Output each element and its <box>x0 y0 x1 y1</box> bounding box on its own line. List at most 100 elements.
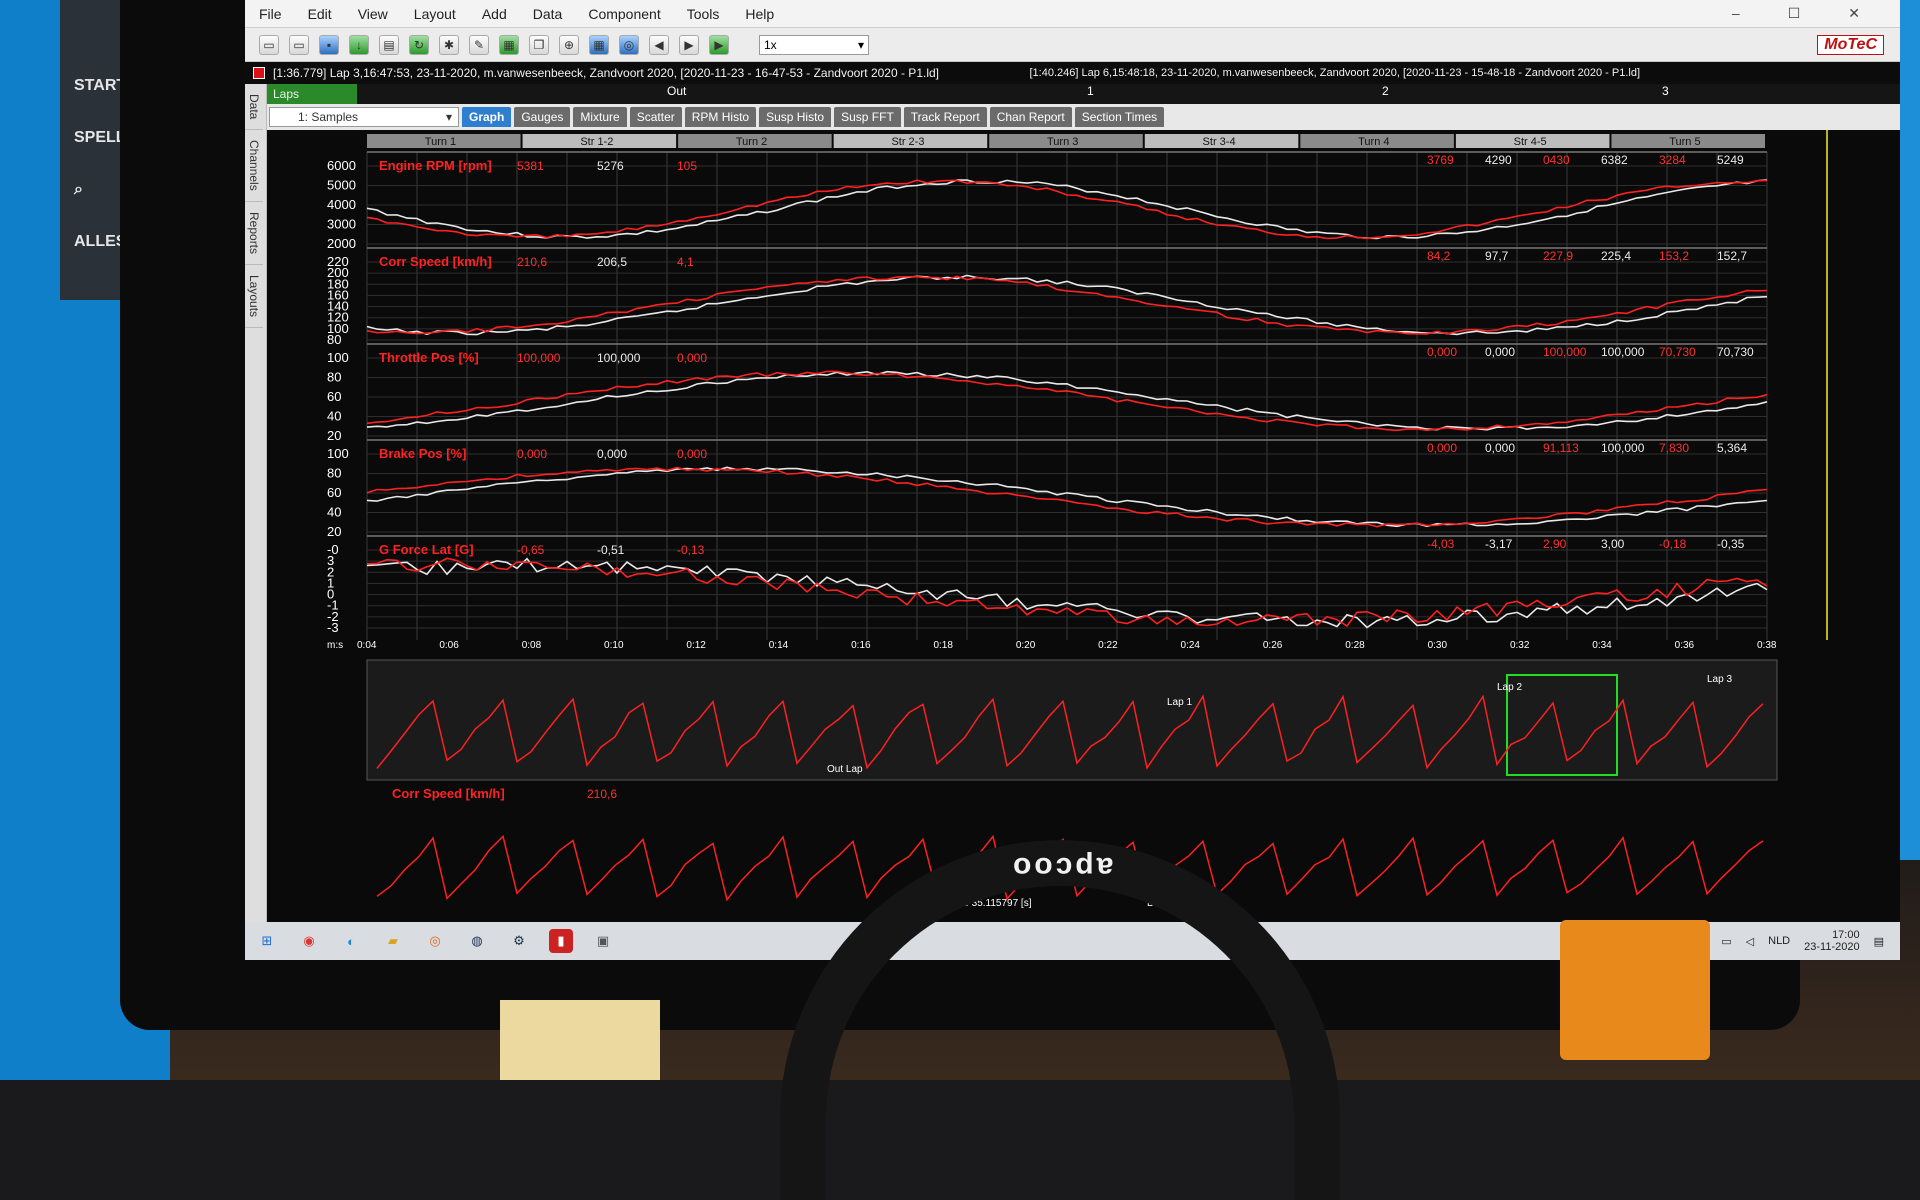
file-explorer-icon[interactable]: ▰ <box>381 929 405 953</box>
time-tick-label: 0:12 <box>686 640 706 651</box>
menu-tools[interactable]: Tools <box>687 6 720 22</box>
lap-segment-out[interactable]: Out <box>667 84 686 104</box>
tab-graph[interactable]: Graph <box>462 107 512 127</box>
menu-add[interactable]: Add <box>482 6 507 22</box>
channel-name: Corr Speed [km/h] <box>379 254 492 269</box>
channel-name: Brake Pos [%] <box>379 446 466 461</box>
maximize-icon[interactable]: ☐ <box>1788 5 1801 22</box>
tab-susp-fft[interactable]: Susp FFT <box>834 107 901 127</box>
download-icon[interactable]: ↓ <box>349 34 369 55</box>
channel-section-value: 0,000 <box>1427 441 1457 455</box>
channel-section-value: 4290 <box>1485 153 1512 167</box>
tab-chan-report[interactable]: Chan Report <box>989 107 1072 127</box>
menu-view[interactable]: View <box>358 6 388 22</box>
tab-gauges[interactable]: Gauges <box>514 107 571 127</box>
back-icon[interactable]: ◀ <box>649 34 669 55</box>
channel-section-value: 0,000 <box>1427 345 1457 359</box>
menu-edit[interactable]: Edit <box>308 6 332 22</box>
tab-scatter[interactable]: Scatter <box>629 107 682 127</box>
channel-section-value: 3769 <box>1427 153 1454 167</box>
network-icon[interactable]: ▭ <box>1721 935 1731 948</box>
lap-segment-3[interactable]: 3 <box>1662 84 1669 104</box>
tab-section-times[interactable]: Section Times <box>1074 107 1165 127</box>
channel-section-value: 7,830 <box>1659 441 1689 455</box>
y-tick-label: 4000 <box>327 197 356 212</box>
photo-scene: STARTP SPELLE ⌕ ALLES File Edit View Lay… <box>0 0 1920 1200</box>
lap-segment-2[interactable]: 2 <box>1382 84 1389 104</box>
telemetry-graph[interactable]: Turn 1 Str 1-2 Turn 2 Str 2-3 Turn 3 Str 3-4 T… <box>267 130 1900 922</box>
clock[interactable]: 17:00 23-11-2020 <box>1804 929 1859 953</box>
channel-section-value: 227,9 <box>1543 249 1573 263</box>
lap-segment-1[interactable]: 1 <box>1087 84 1094 104</box>
channel-section-value: 2,90 <box>1543 537 1567 551</box>
samples-select[interactable]: 1: Samples ▾ <box>269 107 459 127</box>
zoom-icon[interactable]: ⊕ <box>559 34 579 55</box>
overview-channel-label: Corr Speed [km/h] <box>392 786 505 801</box>
channel-name: Engine RPM [rpm] <box>379 158 492 173</box>
pin-icon[interactable]: ✱ <box>439 34 459 55</box>
print-icon[interactable]: ▤ <box>379 34 399 55</box>
graph-area[interactable]: Turn 1 Str 1-2 Turn 2 Str 2-3 Turn 3 Str 3-4 T… <box>267 130 1900 960</box>
wheel-stand <box>1560 920 1710 1060</box>
save-icon[interactable]: ▪ <box>319 34 339 55</box>
open-recent-icon[interactable]: ▭ <box>289 34 309 55</box>
open-folder-icon[interactable]: ▭ <box>259 34 279 55</box>
chrome-icon[interactable]: ◉ <box>297 929 321 953</box>
channel-name: G Force Lat [G] <box>379 542 474 557</box>
language-indicator[interactable]: NLD <box>1768 935 1790 947</box>
time-tick-label: 0:32 <box>1510 640 1530 651</box>
side-tab-data[interactable]: Data <box>245 84 263 131</box>
channel-section-value: 153,2 <box>1659 249 1689 263</box>
copy-icon[interactable]: ❐ <box>529 34 549 55</box>
playback-speed-select[interactable]: 1x ▾ <box>759 34 869 55</box>
edit-icon[interactable]: ✎ <box>469 34 489 55</box>
menu-layout[interactable]: Layout <box>414 6 456 22</box>
time-tick-label: 0:26 <box>1263 640 1283 651</box>
tab-rpm-histo[interactable]: RPM Histo <box>684 107 757 127</box>
close-icon[interactable]: ✕ <box>1848 5 1860 22</box>
overview-frame <box>366 659 1778 781</box>
motec-taskbar-icon[interactable]: ▮ <box>549 929 573 953</box>
menu-file[interactable]: File <box>259 6 282 22</box>
app-icon[interactable]: ◍ <box>465 929 489 953</box>
channel-cursor-value: 100,000 <box>517 351 561 365</box>
menu-data[interactable]: Data <box>533 6 563 22</box>
side-tab-channels[interactable]: Channels <box>245 130 263 203</box>
laps-label[interactable]: Laps <box>267 84 357 104</box>
channel-section-value: 152,7 <box>1717 249 1747 263</box>
channel-delta-value: 4,1 <box>677 255 694 269</box>
windows-start-icon[interactable]: ⊞ <box>255 929 279 953</box>
y-tick-label: 40 <box>327 409 341 424</box>
channel-section-value: 84,2 <box>1427 249 1451 263</box>
side-tab-reports[interactable]: Reports <box>245 202 263 266</box>
cursor-icon[interactable]: ◎ <box>619 34 639 55</box>
channel-delta-value: -0,13 <box>677 543 705 557</box>
edge-icon[interactable]: ◐ <box>339 929 363 953</box>
channel-section-value: 3284 <box>1659 153 1686 167</box>
menu-component[interactable]: Component <box>588 6 660 22</box>
origin-icon[interactable]: ◎ <box>423 929 447 953</box>
channel-section-value: 100,000 <box>1543 345 1587 359</box>
forward-icon[interactable]: ▶ <box>679 34 699 55</box>
steam-icon[interactable]: ⚙ <box>507 929 531 953</box>
play-icon[interactable]: ▶ <box>709 34 729 55</box>
refresh-icon[interactable]: ↻ <box>409 34 429 55</box>
grid-icon[interactable]: ▦ <box>589 34 609 55</box>
tab-track-report[interactable]: Track Report <box>903 107 987 127</box>
menu-help[interactable]: Help <box>745 6 774 22</box>
notification-icon[interactable]: ▤ <box>1874 935 1884 948</box>
y-tick-label: 2000 <box>327 236 356 251</box>
channel-section-value: -0,18 <box>1659 537 1687 551</box>
app2-icon[interactable]: ▣ <box>591 929 615 953</box>
tab-susp-histo[interactable]: Susp Histo <box>759 107 832 127</box>
overview-channel-value: 210,6 <box>587 787 617 801</box>
system-tray: ^ ▭ ◁ NLD 17:00 23-11-2020 ▤ <box>1702 929 1884 953</box>
time-tick-label: 0:38 <box>1757 640 1777 651</box>
side-tab-layouts[interactable]: Layouts <box>245 265 263 329</box>
export-icon[interactable]: ▦ <box>499 34 519 55</box>
volume-icon[interactable]: ◁ <box>1746 935 1754 948</box>
time-tick-label: 0:04 <box>357 640 377 651</box>
tab-mixture[interactable]: Mixture <box>573 107 627 127</box>
minimize-icon[interactable]: – <box>1732 5 1740 22</box>
channel-reference-value: 5276 <box>597 159 624 173</box>
